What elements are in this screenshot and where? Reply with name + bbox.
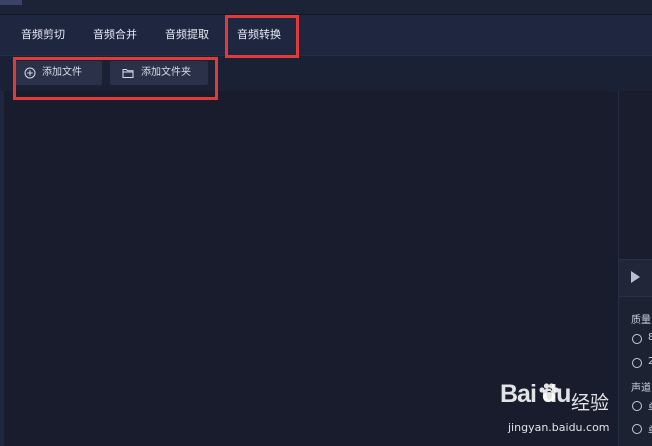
title-bar — [0, 0, 652, 15]
file-list-area[interactable] — [4, 91, 612, 446]
add-folder-label: 添加文件夹 — [141, 67, 191, 78]
add-file-label: 添加文件 — [42, 67, 82, 78]
channel-label: 声道 — [631, 383, 651, 394]
right-panel: 质量 8 2 声道 单 单 — [618, 91, 652, 446]
quality-option-label: 2 — [648, 356, 652, 367]
folder-icon — [122, 69, 134, 78]
tab-audio-convert[interactable]: 音频转换 — [237, 15, 281, 55]
plus-circle-icon — [24, 67, 36, 79]
player-bar — [619, 259, 652, 297]
channel-option-label: 单 — [648, 422, 652, 437]
add-file-button[interactable]: 添加文件 — [14, 61, 102, 85]
output-settings: 质量 8 2 声道 单 单 — [619, 299, 652, 446]
play-icon[interactable] — [631, 271, 640, 283]
tab-audio-cut[interactable]: 音频剪切 — [21, 15, 65, 55]
tab-audio-extract[interactable]: 音频提取 — [165, 15, 209, 55]
channel-option-radio[interactable] — [632, 401, 642, 411]
quality-option-radio[interactable] — [632, 334, 642, 344]
app-logo-stub — [0, 0, 22, 5]
add-folder-button[interactable]: 添加文件夹 — [110, 61, 208, 85]
file-toolbar: 添加文件 添加文件夹 — [0, 55, 652, 92]
quality-option-label: 8 — [648, 332, 652, 343]
tab-audio-merge[interactable]: 音频合并 — [93, 15, 137, 55]
tab-bar: 音频剪切 音频合并 音频提取 音频转换 — [0, 15, 652, 55]
preview-area — [619, 91, 652, 259]
channel-option-label: 单 — [648, 399, 652, 414]
quality-option-radio[interactable] — [632, 358, 642, 368]
quality-label: 质量 — [631, 315, 651, 326]
audio-converter-app: 音频剪切 音频合并 音频提取 音频转换 添加文件 添加文件夹 质量 8 2 声道… — [0, 0, 652, 446]
channel-option-radio[interactable] — [632, 424, 642, 434]
